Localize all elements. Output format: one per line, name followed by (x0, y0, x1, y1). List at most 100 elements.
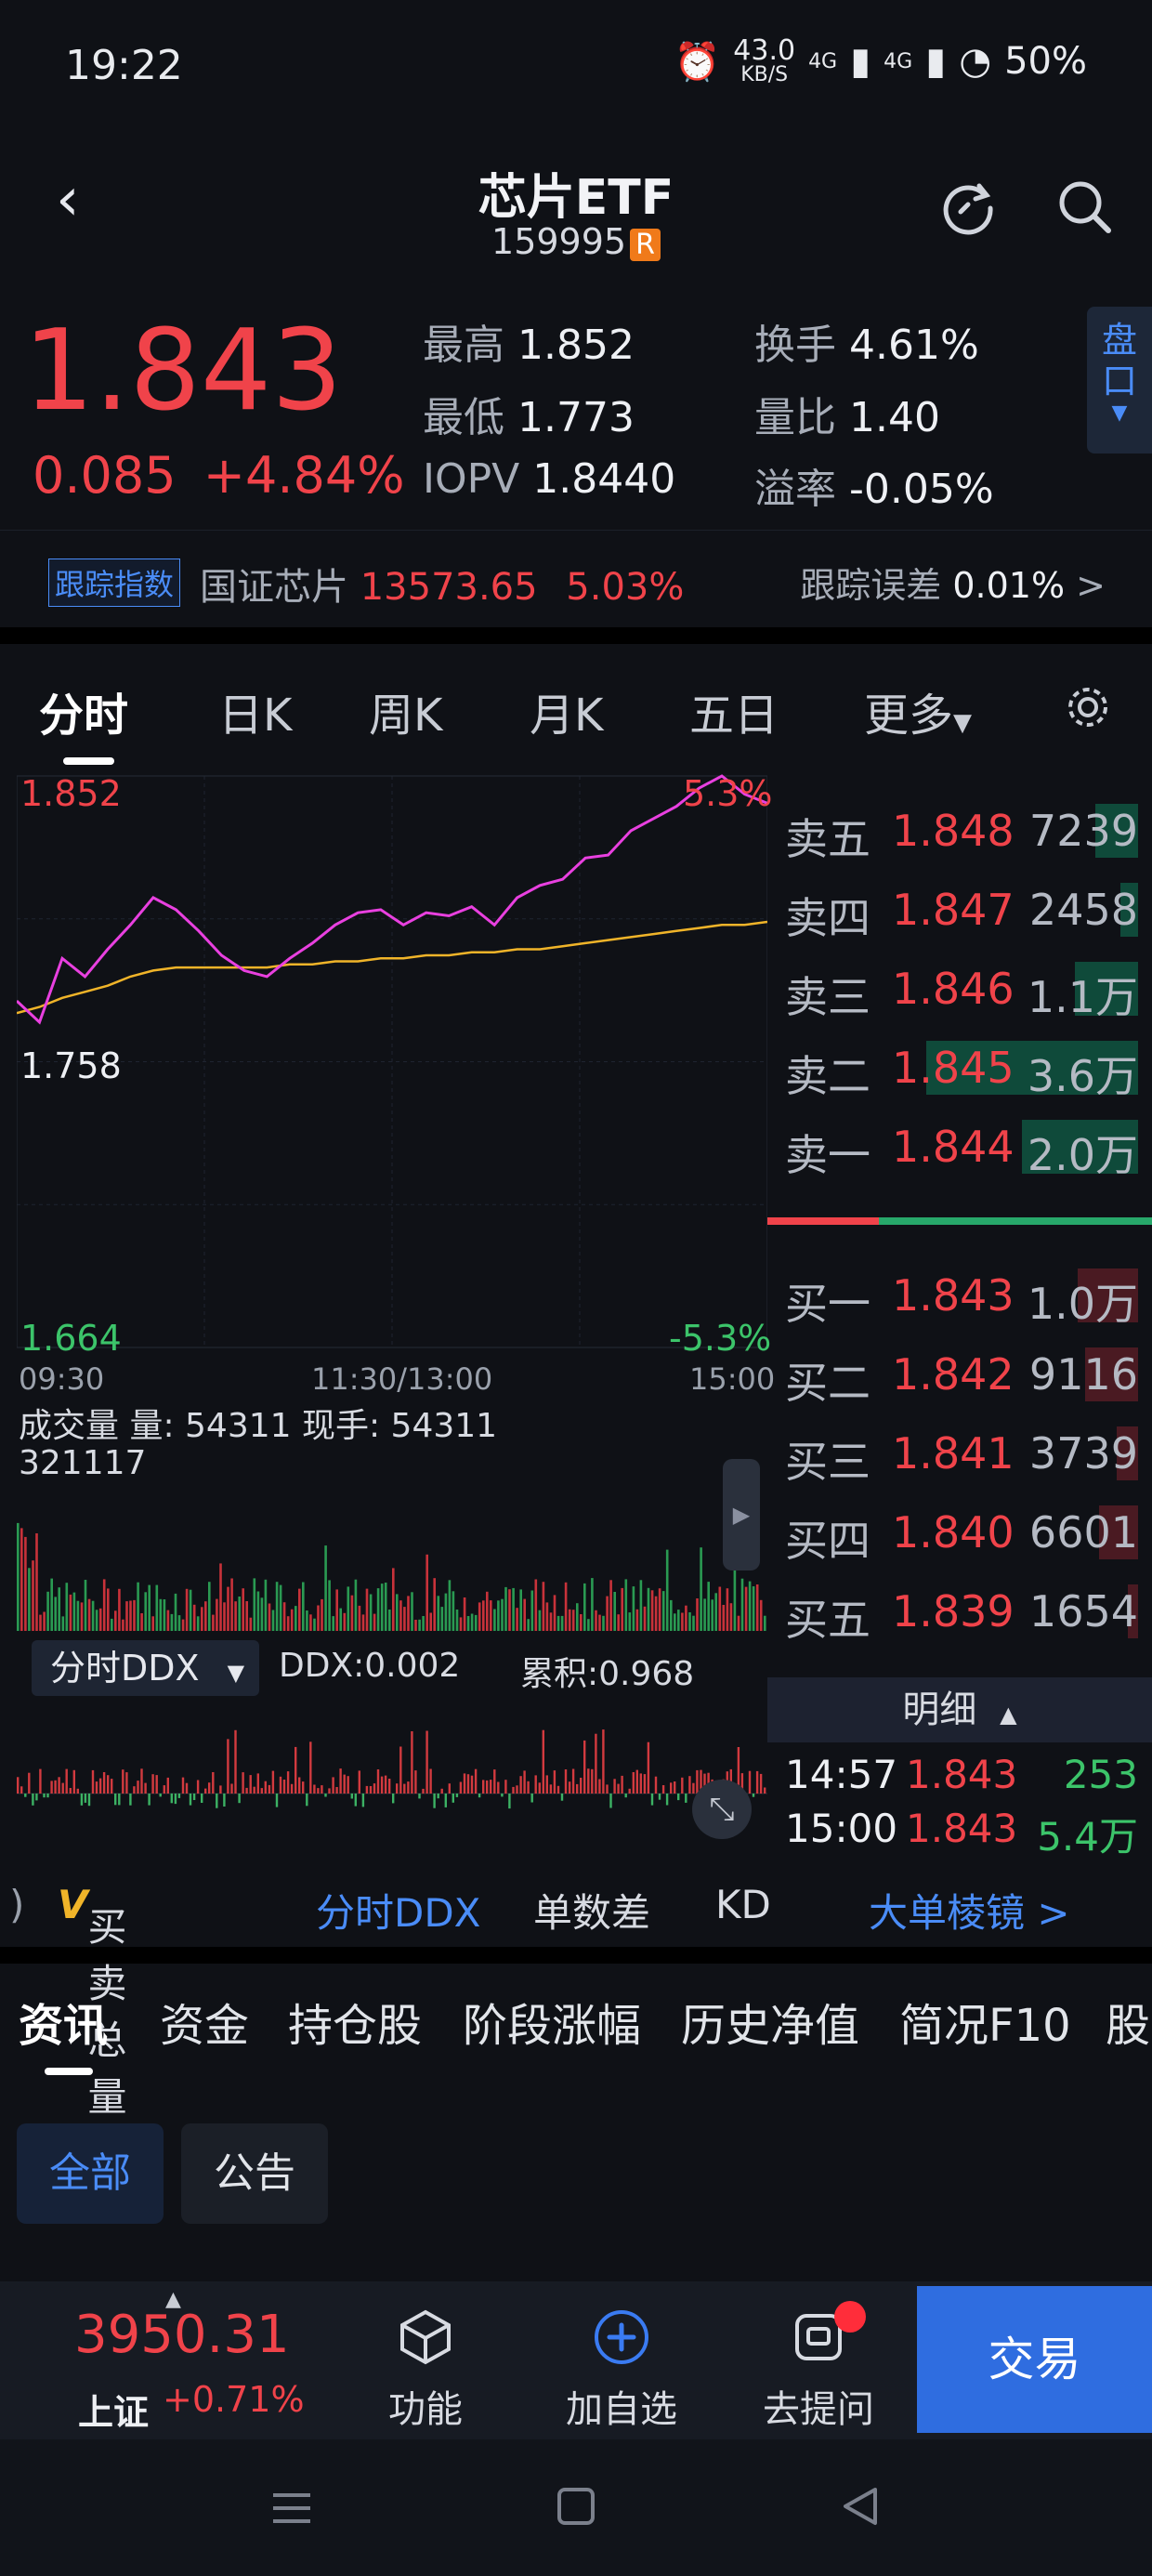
volume-bar (752, 1586, 755, 1631)
info-tab-indicator (45, 2068, 93, 2075)
volume-bar (249, 1617, 253, 1631)
volume-bar (392, 1568, 395, 1631)
filter-chip-all[interactable]: 全部 (17, 2123, 164, 2224)
ddx-bar (54, 1780, 57, 1794)
tab-five-day[interactable]: 五日 (689, 678, 779, 743)
bid-row[interactable]: 买五 1.839 1654 (785, 1575, 1138, 1649)
tab-funds[interactable]: 资金 (160, 1989, 249, 2054)
home-icon[interactable] (556, 2486, 596, 2527)
tab-kd[interactable]: KD (715, 1882, 771, 1927)
ddx-bar (17, 1777, 20, 1794)
detail-header[interactable]: 明细 ▲ (767, 1677, 1152, 1742)
ddx-bar (380, 1776, 384, 1794)
ddx-bar (516, 1785, 518, 1794)
tab-weekly-k[interactable]: 周K (369, 678, 442, 743)
filter-chip-announcements[interactable]: 公告 (181, 2123, 328, 2224)
tab-intraday[interactable]: 分时 (39, 678, 128, 743)
tick-price: 1.843 (906, 1752, 1018, 1797)
ddx-bar (144, 1782, 147, 1794)
tab-profile-f10[interactable]: 简况F10 (899, 1989, 1071, 2054)
ddx-bar (595, 1733, 597, 1794)
tab-monthly-k[interactable]: 月K (530, 678, 603, 743)
bid-row[interactable]: 买一 1.843 1.0万 (785, 1259, 1138, 1334)
volume-bar (661, 1591, 665, 1631)
low-row: 最低 1.773 (423, 384, 635, 443)
refresh-icon[interactable] (938, 177, 998, 236)
ask-row[interactable]: 卖三 1.846 1.1万 (785, 953, 1138, 1027)
ddx-bar (493, 1769, 496, 1794)
volume-bar (700, 1547, 702, 1631)
status-icons: ⏰ 43.0 KB/S 4G ▮ 4G ▮ ◔ 50% (674, 37, 1087, 85)
ddx-bar (463, 1773, 466, 1794)
tab-intraday-ddx[interactable]: 分时DDX (316, 1882, 480, 1939)
volume-bar (722, 1605, 726, 1631)
tab-nav-history[interactable]: 历史净值 (681, 1989, 859, 2054)
bid-row[interactable]: 买四 1.840 6601 (785, 1496, 1138, 1571)
low-label: 最低 (423, 394, 504, 441)
ddx-bar (396, 1783, 399, 1794)
ddx-bar (111, 1779, 113, 1794)
ask-row[interactable]: 卖一 1.844 2.0万 (785, 1111, 1138, 1185)
volume-bar (718, 1586, 722, 1631)
tab-stock[interactable]: 股 (1106, 1989, 1150, 2054)
ddx-dropdown[interactable]: 分时DDX ▼ (32, 1640, 259, 1696)
tab-more-label: 更多 (864, 690, 954, 742)
panel-side-tab[interactable]: 盘口 ▼ (1087, 307, 1152, 453)
nav-functions[interactable]: 功能 (356, 2305, 495, 2433)
volume-bar (282, 1602, 286, 1631)
pct-label-top: 5.3% (683, 773, 773, 814)
ddx-bar (556, 1785, 560, 1794)
volume-header: 成交量 量: 54311 现手: 54311 321117 (19, 1408, 497, 1482)
ddx-bar (32, 1794, 34, 1806)
volume-bar (335, 1589, 338, 1631)
bid-row[interactable]: 买二 1.842 9116 (785, 1338, 1138, 1413)
trade-button[interactable]: 交易 (917, 2286, 1152, 2433)
tab-buy-sell-total[interactable]: V 买卖总量 (58, 1882, 127, 2120)
volume-bar (740, 1578, 744, 1631)
ddx-bar (764, 1787, 766, 1794)
ask-row[interactable]: 卖五 1.848 7239 (785, 795, 1138, 869)
ddx-bar (418, 1794, 421, 1799)
volume-bar (216, 1598, 218, 1631)
intraday-price-chart[interactable] (17, 767, 767, 1357)
caret-down-icon: ▼ (227, 1660, 245, 1686)
tab-order-count-diff[interactable]: 单数差 (533, 1882, 650, 1939)
back-nav-icon[interactable] (838, 2484, 883, 2529)
tab-more[interactable]: 更多▼ (864, 678, 972, 743)
add-circle-icon (595, 2310, 648, 2364)
ask-price: 1.846 (892, 964, 1015, 1014)
ddx-bar (95, 1781, 98, 1794)
volume-bar (628, 1612, 632, 1631)
bid-row[interactable]: 买三 1.841 3739 (785, 1417, 1138, 1492)
nav-add-watchlist[interactable]: 加自选 (552, 2305, 691, 2433)
ask-row[interactable]: 卖四 1.847 2458 (785, 874, 1138, 948)
ask-row[interactable]: 卖二 1.845 3.6万 (785, 1032, 1138, 1106)
battery-icon: ◔ (959, 40, 992, 83)
big-order-prism-link[interactable]: 大单棱镜 > (869, 1882, 1070, 1939)
index-value[interactable]: 3950.31 (74, 2305, 290, 2365)
volume-bar (692, 1615, 695, 1631)
pct-label-bottom: -5.3% (669, 1318, 772, 1359)
volume-bar (321, 1598, 323, 1631)
ddx-bar (376, 1769, 380, 1794)
collapse-orderbook-handle[interactable]: ▶ (723, 1459, 760, 1571)
ddx-bar (309, 1741, 312, 1794)
ddx-bar (317, 1788, 320, 1794)
tab-period-change[interactable]: 阶段涨幅 (463, 1989, 641, 2054)
search-icon[interactable] (1054, 177, 1114, 236)
ddx-bar (358, 1770, 360, 1794)
volume-bar (24, 1536, 27, 1631)
tab-holdings[interactable]: 持仓股 (288, 1989, 422, 2054)
fullscreen-icon[interactable]: ⤡ (692, 1780, 752, 1839)
ddx-bar (181, 1777, 185, 1794)
tab-news[interactable]: 资讯 (19, 1989, 108, 2054)
ddx-bar (632, 1772, 635, 1794)
tracking-row[interactable]: 跟踪指数 国证芯片 13573.65 5.03% 跟踪误差 0.01% > (0, 530, 1152, 628)
ddx-bar (527, 1781, 530, 1794)
settings-gear-icon[interactable] (1064, 683, 1112, 731)
menu-icon[interactable] (269, 2486, 314, 2530)
nav-ask-question[interactable]: 去提问 (749, 2305, 888, 2433)
ddx-bar (568, 1781, 571, 1794)
tracking-error[interactable]: 跟踪误差 0.01% > (800, 557, 1106, 608)
tab-daily-k[interactable]: 日K (218, 678, 292, 743)
